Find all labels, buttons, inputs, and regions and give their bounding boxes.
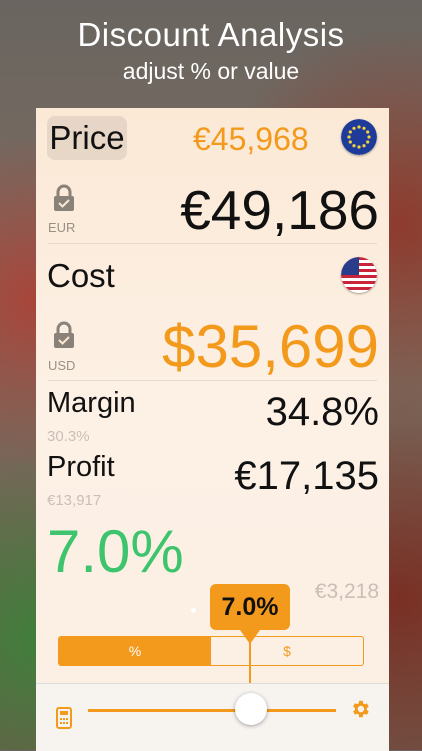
bubble-stem <box>249 640 251 688</box>
lock-icon[interactable] <box>53 184 75 212</box>
analysis-card: Price €45,968 EUR €49,186 Cost USD $35,6… <box>36 108 389 750</box>
divider <box>48 380 377 381</box>
app-title: Discount Analysis <box>77 16 345 53</box>
us-flag-icon[interactable] <box>341 257 377 293</box>
page-dot <box>191 608 196 613</box>
price-converted: €45,968 <box>193 121 309 157</box>
price-label[interactable]: Price <box>47 116 127 160</box>
eu-flag-icon[interactable] <box>341 119 377 155</box>
divider <box>48 243 377 244</box>
calculator-icon[interactable] <box>56 707 72 734</box>
cost-label: Cost <box>47 257 115 294</box>
discount-slider-track[interactable] <box>88 709 336 712</box>
price-currency: EUR <box>48 220 76 235</box>
discount-slider-thumb[interactable] <box>235 693 267 725</box>
bottom-toolbar <box>36 683 389 751</box>
margin-value[interactable]: 34.8% <box>266 390 379 435</box>
percent-segment[interactable]: % <box>59 637 211 665</box>
profit-value[interactable]: €17,135 <box>234 454 379 499</box>
value-segment[interactable]: $ <box>211 637 363 665</box>
discount-amount: €3,218 <box>314 580 379 603</box>
margin-label: Margin <box>47 387 136 419</box>
app-subtitle: adjust % or value <box>122 58 300 84</box>
profit-label: Profit <box>47 451 115 483</box>
price-value[interactable]: €49,186 <box>180 178 379 242</box>
mode-segmented-control: % $ <box>58 636 364 666</box>
discount-percent[interactable]: 7.0% <box>47 517 184 586</box>
margin-previous: 30.3% <box>47 428 90 445</box>
gear-icon[interactable] <box>349 698 371 725</box>
cost-value[interactable]: $35,699 <box>162 312 379 381</box>
cost-currency: USD <box>48 358 76 373</box>
slider-value-bubble: 7.0% <box>210 584 290 630</box>
lock-icon[interactable] <box>53 321 75 349</box>
profit-previous: €13,917 <box>47 492 102 509</box>
